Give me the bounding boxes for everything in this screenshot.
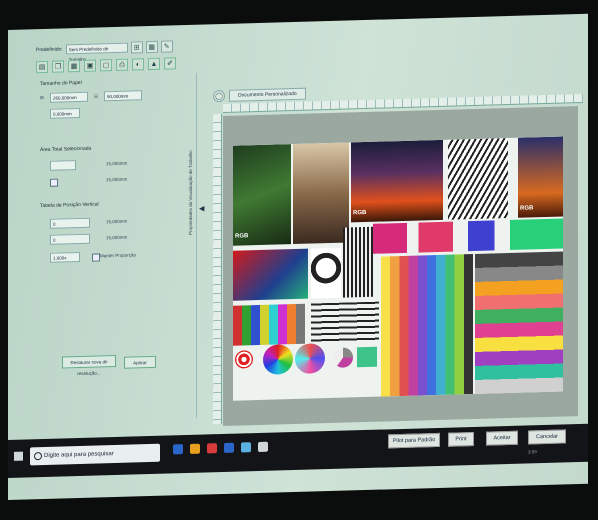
height-lock-icon: ⊟	[94, 93, 98, 99]
print-test-page: RGB RGB RGB	[233, 136, 563, 401]
bw-pattern	[311, 247, 341, 299]
grid-icon[interactable]: ▦	[68, 59, 80, 73]
edge-icon[interactable]	[224, 442, 234, 453]
keep-proportion-checkbox[interactable]	[92, 253, 100, 262]
rgb-label-3: RGB	[520, 205, 534, 212]
selection-width-value: 15,000mm	[106, 160, 128, 167]
color-wheel-2	[295, 343, 325, 374]
rgb-label-2: RGB	[353, 209, 367, 217]
width-field[interactable]: 260,000mm	[50, 91, 88, 103]
restore-resolution-button[interactable]: Restaurar nova de resolução...	[62, 354, 116, 376]
height-field[interactable]: 90,000mm	[104, 90, 142, 102]
cancel-button[interactable]: Cancelar	[528, 429, 566, 445]
print-icon[interactable]: ⎙	[116, 58, 128, 71]
tab-documento-personalizado[interactable]: Documento Personalizado	[229, 87, 306, 102]
copy-icon[interactable]: ❐	[52, 60, 64, 73]
width-lock-icon: ⊞	[40, 95, 44, 101]
tool-icon-row: ▤ ❐ ▦ ▣ ▢ ⎙ ◐ ▲ ✐	[36, 57, 176, 74]
lineart-portrait	[448, 138, 508, 220]
keep-proportion-label: Manter Proporção	[100, 252, 137, 259]
properties-panel: Tamanho do Papel ⊞ 260,000mm ⊟ 90,000mm …	[36, 72, 197, 423]
document-icon[interactable]: ▤	[36, 60, 48, 74]
selection-height-value: 15,000mm	[106, 176, 128, 183]
rgb-label-1: RGB	[235, 233, 249, 240]
position-b-field[interactable]: 0	[50, 233, 90, 245]
position-a2-value: 15,000mm	[106, 218, 128, 225]
preset-toolbar: Predefinido: Sem Predefinido de Trabalho…	[36, 39, 173, 62]
layout-icon[interactable]: ▣	[84, 59, 96, 72]
color-wheel-1	[263, 344, 293, 375]
scale2-field[interactable]: 1,000x	[50, 251, 80, 263]
color-swatch-grid	[233, 303, 305, 346]
taskbar-search-input[interactable]: Digite aqui para pesquisar	[30, 443, 160, 466]
text-sample-block	[311, 301, 379, 344]
accept-button[interactable]: Aceitar	[486, 430, 518, 446]
selected-area-heading: Área Total Selecionada	[40, 145, 92, 154]
horizontal-gradient-strips	[475, 251, 563, 394]
scale-field[interactable]: 0,000mm	[50, 107, 80, 119]
collapse-panel-arrow-icon[interactable]: ◀	[199, 204, 207, 216]
vertical-position-heading: Tabela de Posição Vertical	[40, 201, 99, 210]
forest-photo	[233, 144, 291, 246]
chrome-icon[interactable]	[207, 443, 217, 454]
pinned-apps	[173, 441, 268, 455]
color-block-row	[373, 218, 563, 254]
position-b2-value: 15,000mm	[106, 234, 128, 241]
document-tab-icon[interactable]: ◯	[213, 89, 225, 103]
document-tabbar: ◯ Documento Personalizado	[213, 87, 306, 103]
windows-start-icon[interactable]	[14, 451, 23, 461]
page-icon[interactable]: ▢	[100, 59, 112, 72]
brush-icon[interactable]: ✐	[164, 57, 176, 70]
clock-text: 3:59	[528, 449, 537, 455]
green-swatch	[357, 346, 377, 368]
color-icon[interactable]: ◐	[132, 58, 144, 71]
preset-option-b-button[interactable]: ▦	[145, 40, 158, 54]
preset-option-a-button[interactable]: ⊞	[130, 41, 143, 54]
pie-swatch	[333, 347, 353, 368]
default-pilot-button[interactable]: Pilot para Padrão	[388, 432, 440, 449]
vertical-ruler[interactable]	[213, 114, 222, 425]
document-canvas[interactable]: RGB RGB RGB	[223, 106, 578, 426]
paper-size-heading: Tamanho do Papel	[40, 79, 82, 88]
paint-icon[interactable]: ▲	[148, 57, 160, 71]
building-photo	[233, 248, 308, 301]
selection-checkbox[interactable]	[50, 178, 58, 187]
red-target-circle	[235, 350, 253, 369]
app-icon[interactable]	[258, 441, 268, 453]
selection-x-field[interactable]	[50, 160, 76, 171]
file-explorer-icon[interactable]	[190, 443, 200, 454]
position-a-field[interactable]: 0	[50, 217, 90, 229]
portrait-photo	[293, 142, 349, 245]
pen-icon[interactable]: ✎	[160, 40, 173, 53]
preset-select[interactable]: Sem Predefinido de Trabalho	[65, 42, 128, 62]
preset-label: Predefinido:	[36, 46, 63, 54]
vertical-color-bars	[381, 254, 473, 397]
apply-panel-button[interactable]: Aplicar	[124, 355, 156, 369]
task-view-icon[interactable]	[173, 444, 183, 455]
store-icon[interactable]	[241, 442, 251, 453]
panel-vertical-caption: Propriedades da Visualização de Trabalho	[188, 150, 193, 235]
line-resolution-target	[343, 226, 373, 298]
print-button[interactable]: Print	[448, 431, 474, 447]
